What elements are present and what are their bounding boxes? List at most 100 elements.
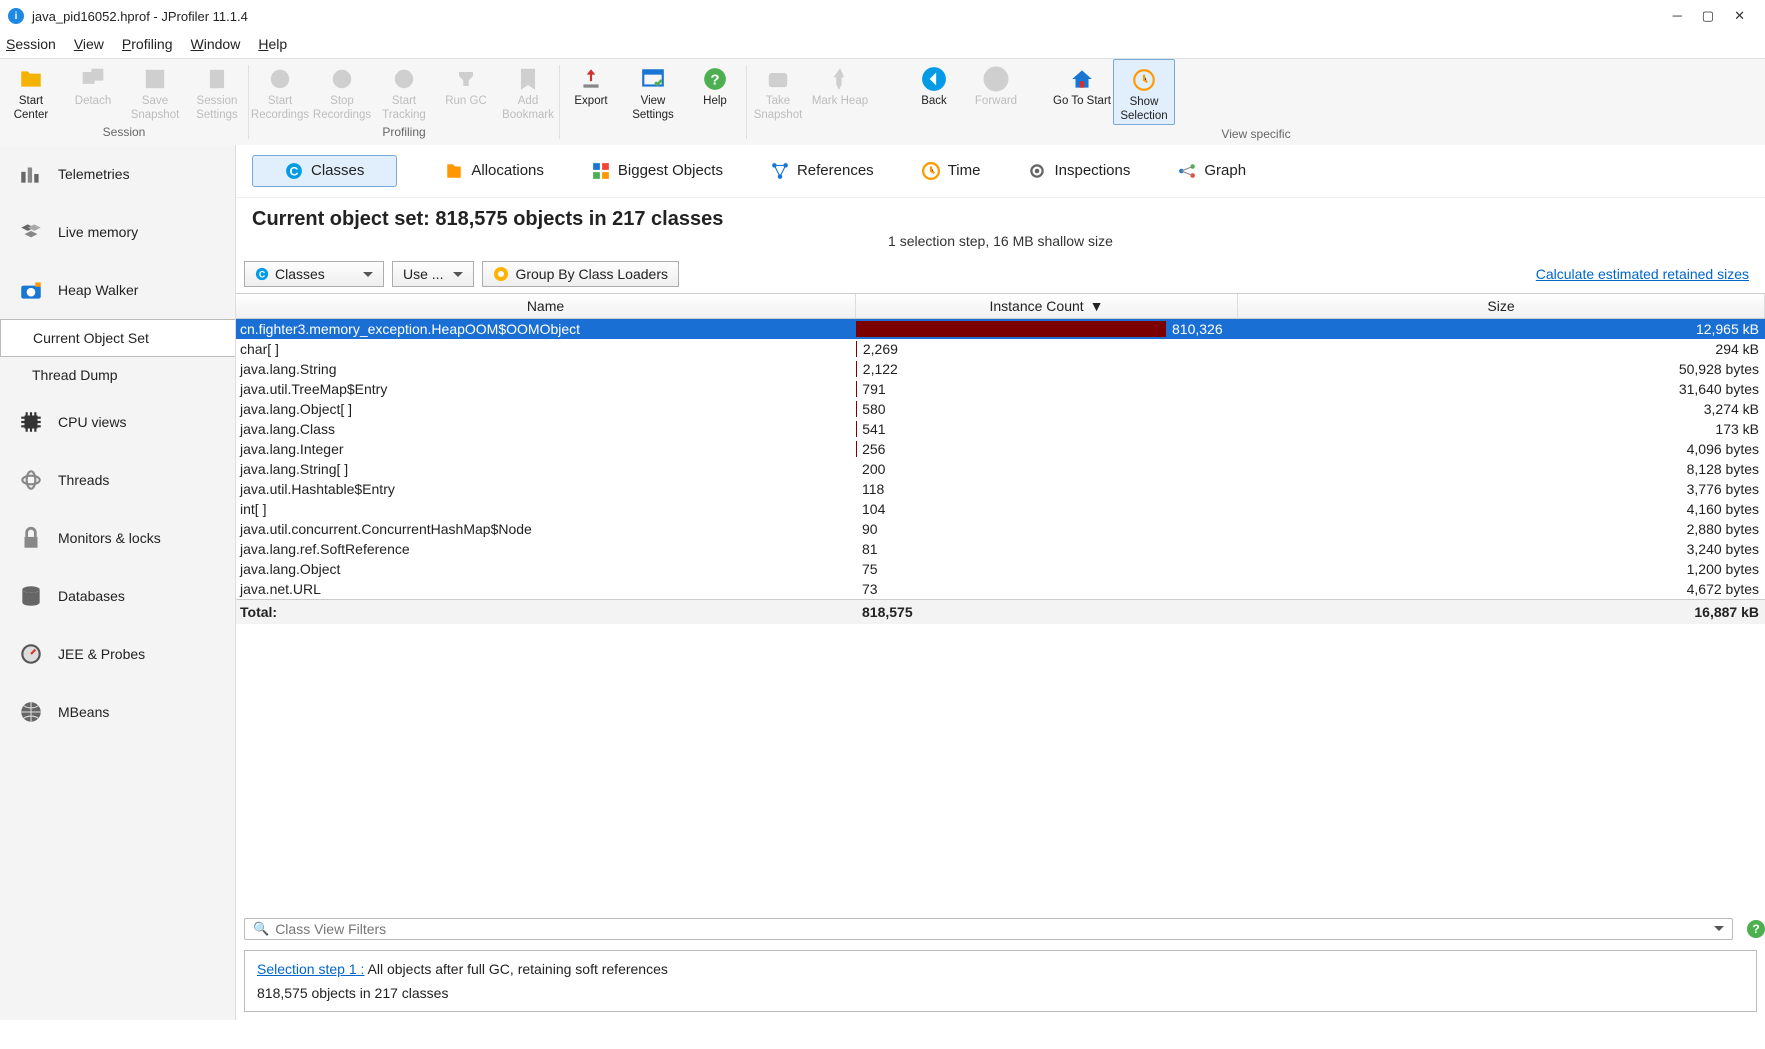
cell-instance-count: 580 (856, 401, 1238, 417)
save-icon (141, 65, 169, 93)
clock-icon (1130, 66, 1158, 94)
header-name[interactable]: Name (236, 294, 856, 318)
cell-instance-count: 104 (856, 501, 1238, 517)
tab-allocations[interactable]: Allocations (445, 162, 544, 180)
sidebar-item-telemetries[interactable]: Telemetries (0, 145, 235, 203)
cell-name: java.util.TreeMap$Entry (236, 381, 856, 397)
sidebar-item-threads[interactable]: Threads (0, 451, 235, 509)
classes-icon: C (285, 162, 303, 180)
sidebar-item-label: Databases (58, 588, 125, 604)
tab-inspections[interactable]: Inspections (1028, 162, 1130, 180)
summary-title: Current object set: 818,575 objects in 2… (252, 208, 1749, 231)
cell-instance-count: 541 (856, 421, 1238, 437)
table-row[interactable]: java.lang.String[ ]2008,128 bytes (236, 459, 1765, 479)
filter-input[interactable] (275, 921, 1704, 937)
table-row[interactable]: int[ ]1044,160 bytes (236, 499, 1765, 519)
table-row[interactable]: java.util.TreeMap$Entry79131,640 bytes (236, 379, 1765, 399)
menu-session[interactable]: Session (6, 36, 56, 52)
tab-references[interactable]: References (771, 162, 874, 180)
export-button[interactable]: Export (560, 59, 622, 123)
cell-instance-count: 90 (856, 521, 1238, 537)
table-row[interactable]: cn.fighter3.memory_exception.HeapOOM$OOM… (236, 319, 1765, 339)
chevron-down-icon (449, 266, 463, 282)
sidebar-item-jee-probes[interactable]: JEE & Probes (0, 625, 235, 683)
table-row[interactable]: java.lang.String2,12250,928 bytes (236, 359, 1765, 379)
calculate-retained-sizes-link[interactable]: Calculate estimated retained sizes (1536, 266, 1757, 282)
table-row[interactable]: java.lang.Integer2564,096 bytes (236, 439, 1765, 459)
filter-help-button[interactable]: ? (1747, 920, 1765, 938)
back-button[interactable]: Back (903, 59, 965, 125)
use-button[interactable]: Use ... (392, 261, 474, 287)
cell-name: java.lang.String (236, 361, 856, 377)
run-gc-button: Run GC (435, 59, 497, 123)
sidebar-item-mbeans[interactable]: MBeans (0, 683, 235, 741)
tab-graph[interactable]: Graph (1178, 162, 1246, 180)
start-center-button[interactable]: Start Center (0, 59, 62, 123)
selection-step-link[interactable]: Selection step 1 : (257, 961, 364, 977)
references-icon (771, 162, 789, 180)
folder-icon (17, 65, 45, 93)
sidebar-item-label: Monitors & locks (58, 530, 161, 546)
detach-icon (79, 65, 107, 93)
sidebar-item-label: Live memory (58, 224, 138, 240)
chevron-down-icon[interactable] (1710, 921, 1724, 936)
menu-help[interactable]: Help (258, 36, 287, 52)
cell-instance-count: 256 (856, 441, 1238, 457)
sidebar-item-cpu-views[interactable]: CPU views (0, 393, 235, 451)
gear-icon (1028, 162, 1046, 180)
sidebar-item-heap-walker[interactable]: Heap Walker (0, 261, 235, 319)
telemetries-icon (16, 159, 46, 189)
time-icon (922, 162, 940, 180)
cell-instance-count: 810,326 (856, 321, 1238, 337)
cell-name: cn.fighter3.memory_exception.HeapOOM$OOM… (236, 321, 856, 337)
tab-classes[interactable]: CClasses (252, 155, 397, 187)
help-button[interactable]: ?Help (684, 59, 746, 123)
tab-biggest-objects[interactable]: Biggest Objects (592, 162, 723, 180)
sidebar-item-thread-dump[interactable]: Thread Dump (0, 357, 235, 393)
sidebar-item-monitors-locks[interactable]: Monitors & locks (0, 509, 235, 567)
sidebar-item-live-memory[interactable]: Live memory (0, 203, 235, 261)
aggregation-dropdown[interactable]: CClasses (244, 261, 384, 287)
table-row[interactable]: java.lang.ref.SoftReference813,240 bytes (236, 539, 1765, 559)
table-row[interactable]: java.lang.Class541173 kB (236, 419, 1765, 439)
go-to-start-button[interactable]: Go To Start (1051, 59, 1113, 125)
app-icon: i (8, 8, 24, 24)
selection-step-summary: 818,575 objects in 217 classes (257, 985, 1744, 1001)
maximize-button[interactable]: ▢ (1702, 8, 1714, 24)
tab-time[interactable]: Time (922, 162, 981, 180)
menu-window[interactable]: Window (191, 36, 241, 52)
class-view-filter[interactable]: 🔍 (244, 918, 1733, 940)
threads-icon (16, 465, 46, 495)
header-instance-count[interactable]: Instance Count ▼ (856, 294, 1238, 318)
sidebar-item-label: Thread Dump (32, 367, 118, 383)
allocations-icon (445, 162, 463, 180)
table-row[interactable]: java.lang.Object751,200 bytes (236, 559, 1765, 579)
group-by-classloaders-button[interactable]: Group By Class Loaders (482, 261, 679, 287)
minimize-button[interactable]: ─ (1673, 8, 1682, 24)
cell-instance-count: 2,122 (856, 361, 1238, 377)
cell-size: 294 kB (1238, 341, 1765, 357)
show-selection-button[interactable]: Show Selection (1113, 59, 1175, 125)
table-row[interactable]: java.util.concurrent.ConcurrentHashMap$N… (236, 519, 1765, 539)
cell-name: int[ ] (236, 501, 856, 517)
table-row[interactable]: java.lang.Object[ ]5803,274 kB (236, 399, 1765, 419)
search-icon: 🔍 (253, 921, 269, 937)
sort-desc-icon: ▼ (1090, 298, 1104, 314)
table-row[interactable]: java.util.Hashtable$Entry1183,776 bytes (236, 479, 1765, 499)
tab-bar: CClasses Allocations Biggest Objects Ref… (236, 145, 1765, 198)
cell-size: 50,928 bytes (1238, 361, 1765, 377)
sidebar-item-databases[interactable]: Databases (0, 567, 235, 625)
table-row[interactable]: java.net.URL734,672 bytes (236, 579, 1765, 599)
menu-profiling[interactable]: Profiling (122, 36, 173, 52)
close-button[interactable]: ✕ (1734, 8, 1745, 24)
view-settings-button[interactable]: View Settings (622, 59, 684, 123)
cell-instance-count: 75 (856, 561, 1238, 577)
cell-name: java.util.Hashtable$Entry (236, 481, 856, 497)
content: CClasses Allocations Biggest Objects Ref… (236, 145, 1765, 1020)
camera-icon (16, 275, 46, 305)
table-row[interactable]: char[ ]2,269294 kB (236, 339, 1765, 359)
header-size[interactable]: Size (1238, 294, 1765, 318)
selection-step-panel: Selection step 1 : All objects after ful… (244, 950, 1757, 1012)
menu-view[interactable]: View (74, 36, 104, 52)
sidebar-item-current-object-set[interactable]: Current Object Set (0, 319, 236, 357)
